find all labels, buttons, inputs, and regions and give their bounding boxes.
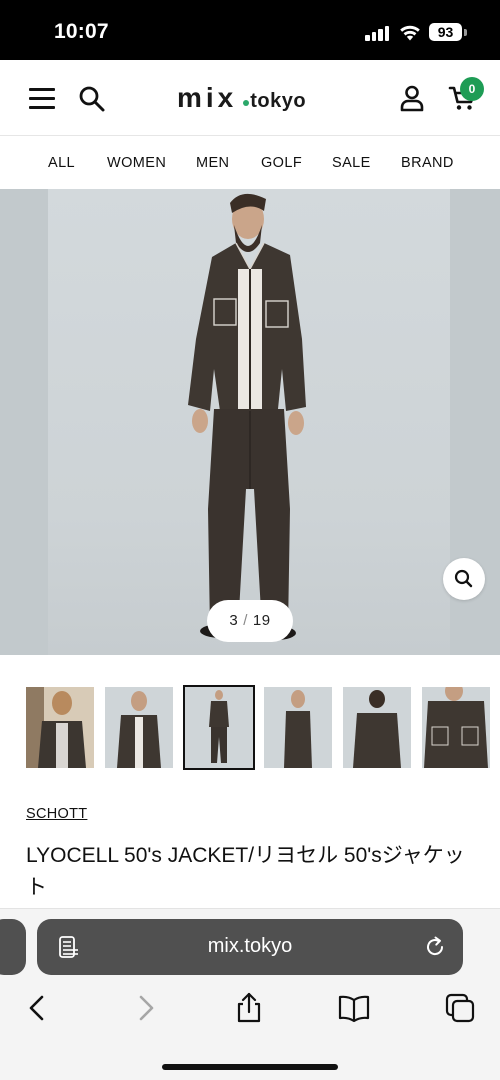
thumbnail-3[interactable] — [183, 685, 255, 770]
zoom-icon — [454, 569, 473, 588]
product-main-image[interactable] — [0, 189, 500, 655]
nav-item-sale[interactable]: SALE — [332, 155, 371, 171]
cart-count-badge: 0 — [460, 77, 484, 101]
logo-sub: tokyo — [250, 90, 307, 112]
thumbnail-6[interactable] — [422, 687, 490, 768]
thumbnail-5[interactable] — [343, 687, 411, 768]
share-icon[interactable] — [233, 992, 265, 1024]
thumbnail-3-image — [185, 687, 253, 768]
menu-icon[interactable] — [29, 88, 57, 110]
url-text[interactable]: mix.tokyo — [150, 935, 350, 958]
status-bar: 10:07 93 — [0, 0, 500, 60]
cellular-signal-icon — [365, 25, 391, 41]
product-title: LYOCELL 50's JACKET/リヨセル 50'sジャケット — [26, 844, 465, 899]
logo-dot — [243, 99, 250, 106]
thumbnail-2-image — [105, 687, 173, 768]
wifi-icon — [400, 25, 420, 41]
search-icon[interactable] — [77, 84, 107, 114]
thumbnail-6-image — [422, 687, 490, 768]
reload-icon[interactable] — [423, 935, 447, 959]
previous-tab-peek[interactable] — [0, 919, 26, 975]
battery-indicator: 93 — [429, 23, 462, 41]
zoom-button[interactable] — [443, 558, 485, 600]
battery-nub — [464, 29, 467, 36]
thumbnail-5-image — [343, 687, 411, 768]
image-counter: 3/19 — [207, 600, 293, 642]
back-icon[interactable] — [22, 992, 54, 1024]
bookmarks-icon[interactable] — [338, 992, 370, 1024]
thumbnail-1-image — [26, 687, 94, 768]
nav-item-golf[interactable]: GOLF — [261, 155, 302, 171]
logo-main: mix — [177, 82, 238, 113]
home-indicator — [162, 1064, 338, 1070]
prev-image-peek — [0, 189, 48, 655]
counter-separator: / — [243, 612, 248, 629]
thumbnail-1[interactable] — [26, 687, 94, 768]
site-logo[interactable]: mix tokyo — [177, 82, 306, 114]
nav-item-brand[interactable]: BRAND — [401, 155, 454, 171]
status-time: 10:07 — [54, 20, 109, 43]
thumbnail-4[interactable] — [264, 687, 332, 768]
nav-item-women[interactable]: WOMEN — [107, 155, 166, 171]
forward-icon[interactable] — [129, 992, 161, 1024]
thumbnail-2[interactable] — [105, 687, 173, 768]
nav-item-men[interactable]: MEN — [196, 155, 229, 171]
tabs-icon[interactable] — [444, 992, 476, 1024]
reader-icon[interactable] — [58, 936, 80, 958]
nav-item-all[interactable]: ALL — [48, 155, 75, 171]
counter-current: 3 — [229, 612, 239, 629]
thumbnail-4-image — [264, 687, 332, 768]
brand-link[interactable]: SCHOTT — [26, 806, 87, 822]
model-figure — [188, 193, 306, 640]
account-icon[interactable] — [398, 84, 426, 112]
counter-total: 19 — [252, 612, 271, 629]
